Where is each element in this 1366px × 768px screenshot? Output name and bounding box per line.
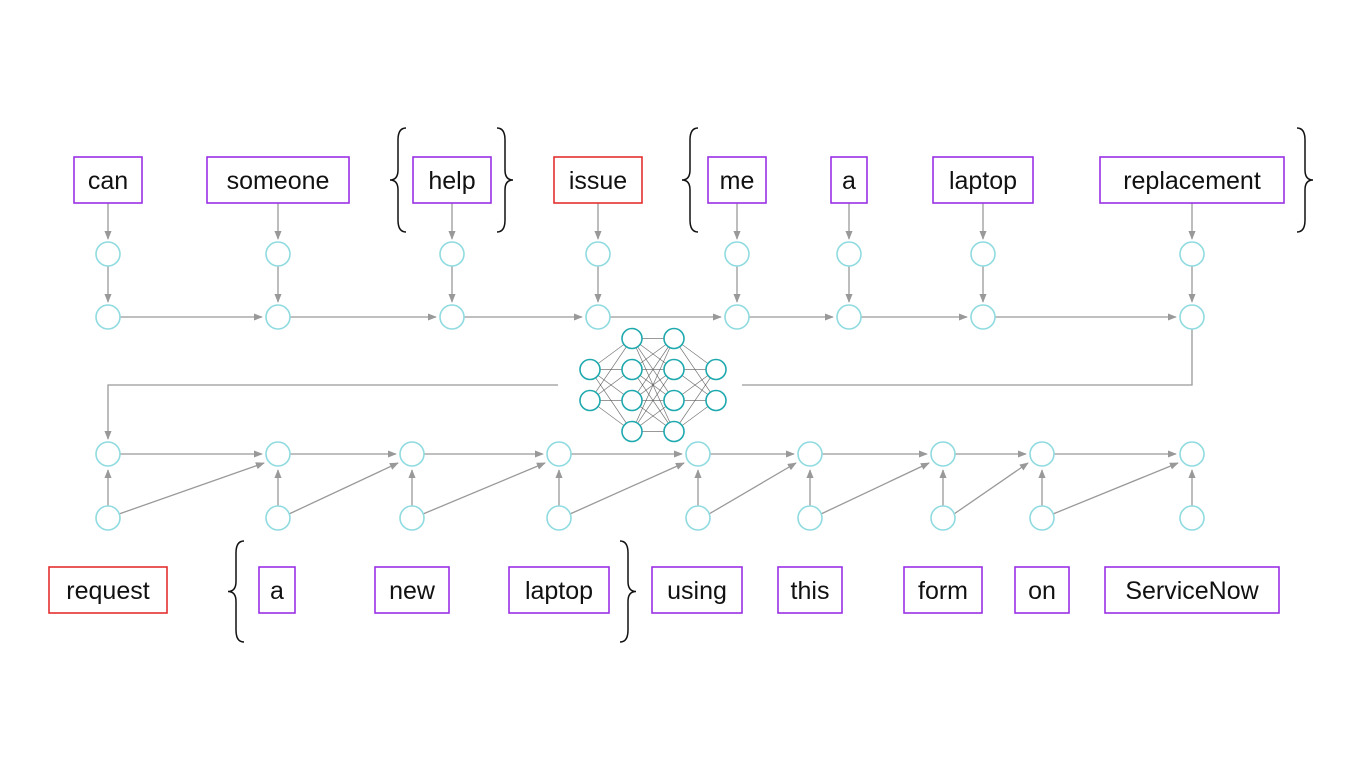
- nn-node: [705, 389, 727, 412]
- context-line-left: [104, 384, 558, 440]
- decoder-skip-arrow: [422, 462, 546, 515]
- token-label: issue: [569, 167, 627, 195]
- nn-node: [621, 420, 643, 443]
- decoder-input-node: [797, 505, 823, 531]
- decoder-token: ServiceNow: [1104, 566, 1280, 614]
- nn-node: [579, 389, 601, 412]
- token-label: ServiceNow: [1125, 577, 1259, 605]
- decoder-skip-arrow: [953, 462, 1029, 515]
- encoder-embedding-node: [265, 241, 291, 267]
- token-label: this: [791, 577, 830, 605]
- context-line-right: [742, 329, 1193, 386]
- nn-node: [663, 420, 685, 443]
- encoder-embedding-node: [439, 241, 465, 267]
- encoder-token: can: [73, 156, 143, 204]
- encoder-token: replacement: [1099, 156, 1285, 204]
- decoder-brace-close: [619, 540, 637, 643]
- decoder-token: using: [651, 566, 743, 614]
- decoder-hidden-node: [930, 441, 956, 467]
- decoder-token: laptop: [508, 566, 610, 614]
- decoder-skip-arrow: [820, 462, 930, 515]
- nn-node: [663, 327, 685, 350]
- token-label: laptop: [525, 577, 593, 605]
- token-label: laptop: [949, 167, 1017, 195]
- decoder-skip-arrow: [1052, 462, 1179, 515]
- nn-node: [705, 358, 727, 381]
- decoder-hidden-node: [1029, 441, 1055, 467]
- encoder-embedding-node: [724, 241, 750, 267]
- encoder-token: laptop: [932, 156, 1034, 204]
- decoder-token: on: [1014, 566, 1070, 614]
- nn-node: [579, 358, 601, 381]
- token-label: replacement: [1123, 167, 1261, 195]
- decoder-brace-open: [227, 540, 245, 643]
- nn-node: [621, 389, 643, 412]
- seq2seq-diagram: can someone help issue me a laptop replacement r…: [48, 127, 1314, 643]
- decoder-input-node: [1029, 505, 1055, 531]
- decoder-hidden-node: [546, 441, 572, 467]
- decoder-input-node: [1179, 505, 1205, 531]
- nn-node: [621, 358, 643, 381]
- encoder-hidden-node: [1179, 304, 1205, 330]
- encoder-hidden-node: [585, 304, 611, 330]
- token-label: on: [1028, 577, 1056, 605]
- encoder-brace-close: [1296, 127, 1314, 233]
- decoder-hidden-node: [1179, 441, 1205, 467]
- decoder-hidden-node: [399, 441, 425, 467]
- decoder-skip-arrow: [288, 462, 399, 515]
- decoder-input-node: [546, 505, 572, 531]
- neural-network: [579, 327, 727, 443]
- decoder-token: new: [374, 566, 450, 614]
- encoder-hidden-node: [95, 304, 121, 330]
- decoder-skip-arrow: [708, 462, 797, 515]
- encoder-token: someone: [206, 156, 350, 204]
- decoder-hidden-node: [265, 441, 291, 467]
- encoder-embedding-node: [836, 241, 862, 267]
- decoder-skip-arrow: [569, 462, 685, 515]
- encoder-brace-close: [496, 127, 514, 233]
- decoder-input-node: [930, 505, 956, 531]
- token-label: form: [918, 577, 968, 605]
- encoder-embedding-node: [585, 241, 611, 267]
- token-label: someone: [227, 167, 330, 195]
- token-label: help: [428, 167, 475, 195]
- nodes-layer: [95, 241, 1205, 531]
- encoder-token: help: [412, 156, 492, 204]
- decoder-token: a: [258, 566, 296, 614]
- decoder-hidden-node: [685, 441, 711, 467]
- encoder-token: a: [830, 156, 868, 204]
- decoder-input-node: [265, 505, 291, 531]
- encoder-brace-open: [389, 127, 407, 233]
- nn-node: [621, 327, 643, 350]
- encoder-token: issue: [553, 156, 643, 204]
- token-label: can: [88, 167, 128, 195]
- encoder-embedding-node: [970, 241, 996, 267]
- encoder-hidden-node: [724, 304, 750, 330]
- token-label: a: [842, 167, 856, 195]
- token-label: request: [66, 577, 149, 605]
- encoder-hidden-node: [836, 304, 862, 330]
- token-label: new: [389, 577, 436, 605]
- encoder-hidden-node: [970, 304, 996, 330]
- token-label: a: [270, 577, 284, 605]
- encoder-hidden-node: [439, 304, 465, 330]
- nn-node: [663, 358, 685, 381]
- decoder-skip-arrow: [118, 462, 265, 515]
- token-label: me: [720, 167, 755, 195]
- decoder-input-node: [685, 505, 711, 531]
- encoder-embedding-node: [1179, 241, 1205, 267]
- nn-node: [663, 389, 685, 412]
- encoder-brace-open: [681, 127, 699, 233]
- decoder-token: this: [777, 566, 843, 614]
- encoder-token: me: [707, 156, 767, 204]
- decoder-input-node: [399, 505, 425, 531]
- decoder-input-node: [95, 505, 121, 531]
- encoder-embedding-node: [95, 241, 121, 267]
- decoder-hidden-node: [797, 441, 823, 467]
- decoder-token: request: [48, 566, 168, 614]
- encoder-hidden-node: [265, 304, 291, 330]
- decoder-hidden-node: [95, 441, 121, 467]
- decoder-token: form: [903, 566, 983, 614]
- token-label: using: [667, 577, 727, 605]
